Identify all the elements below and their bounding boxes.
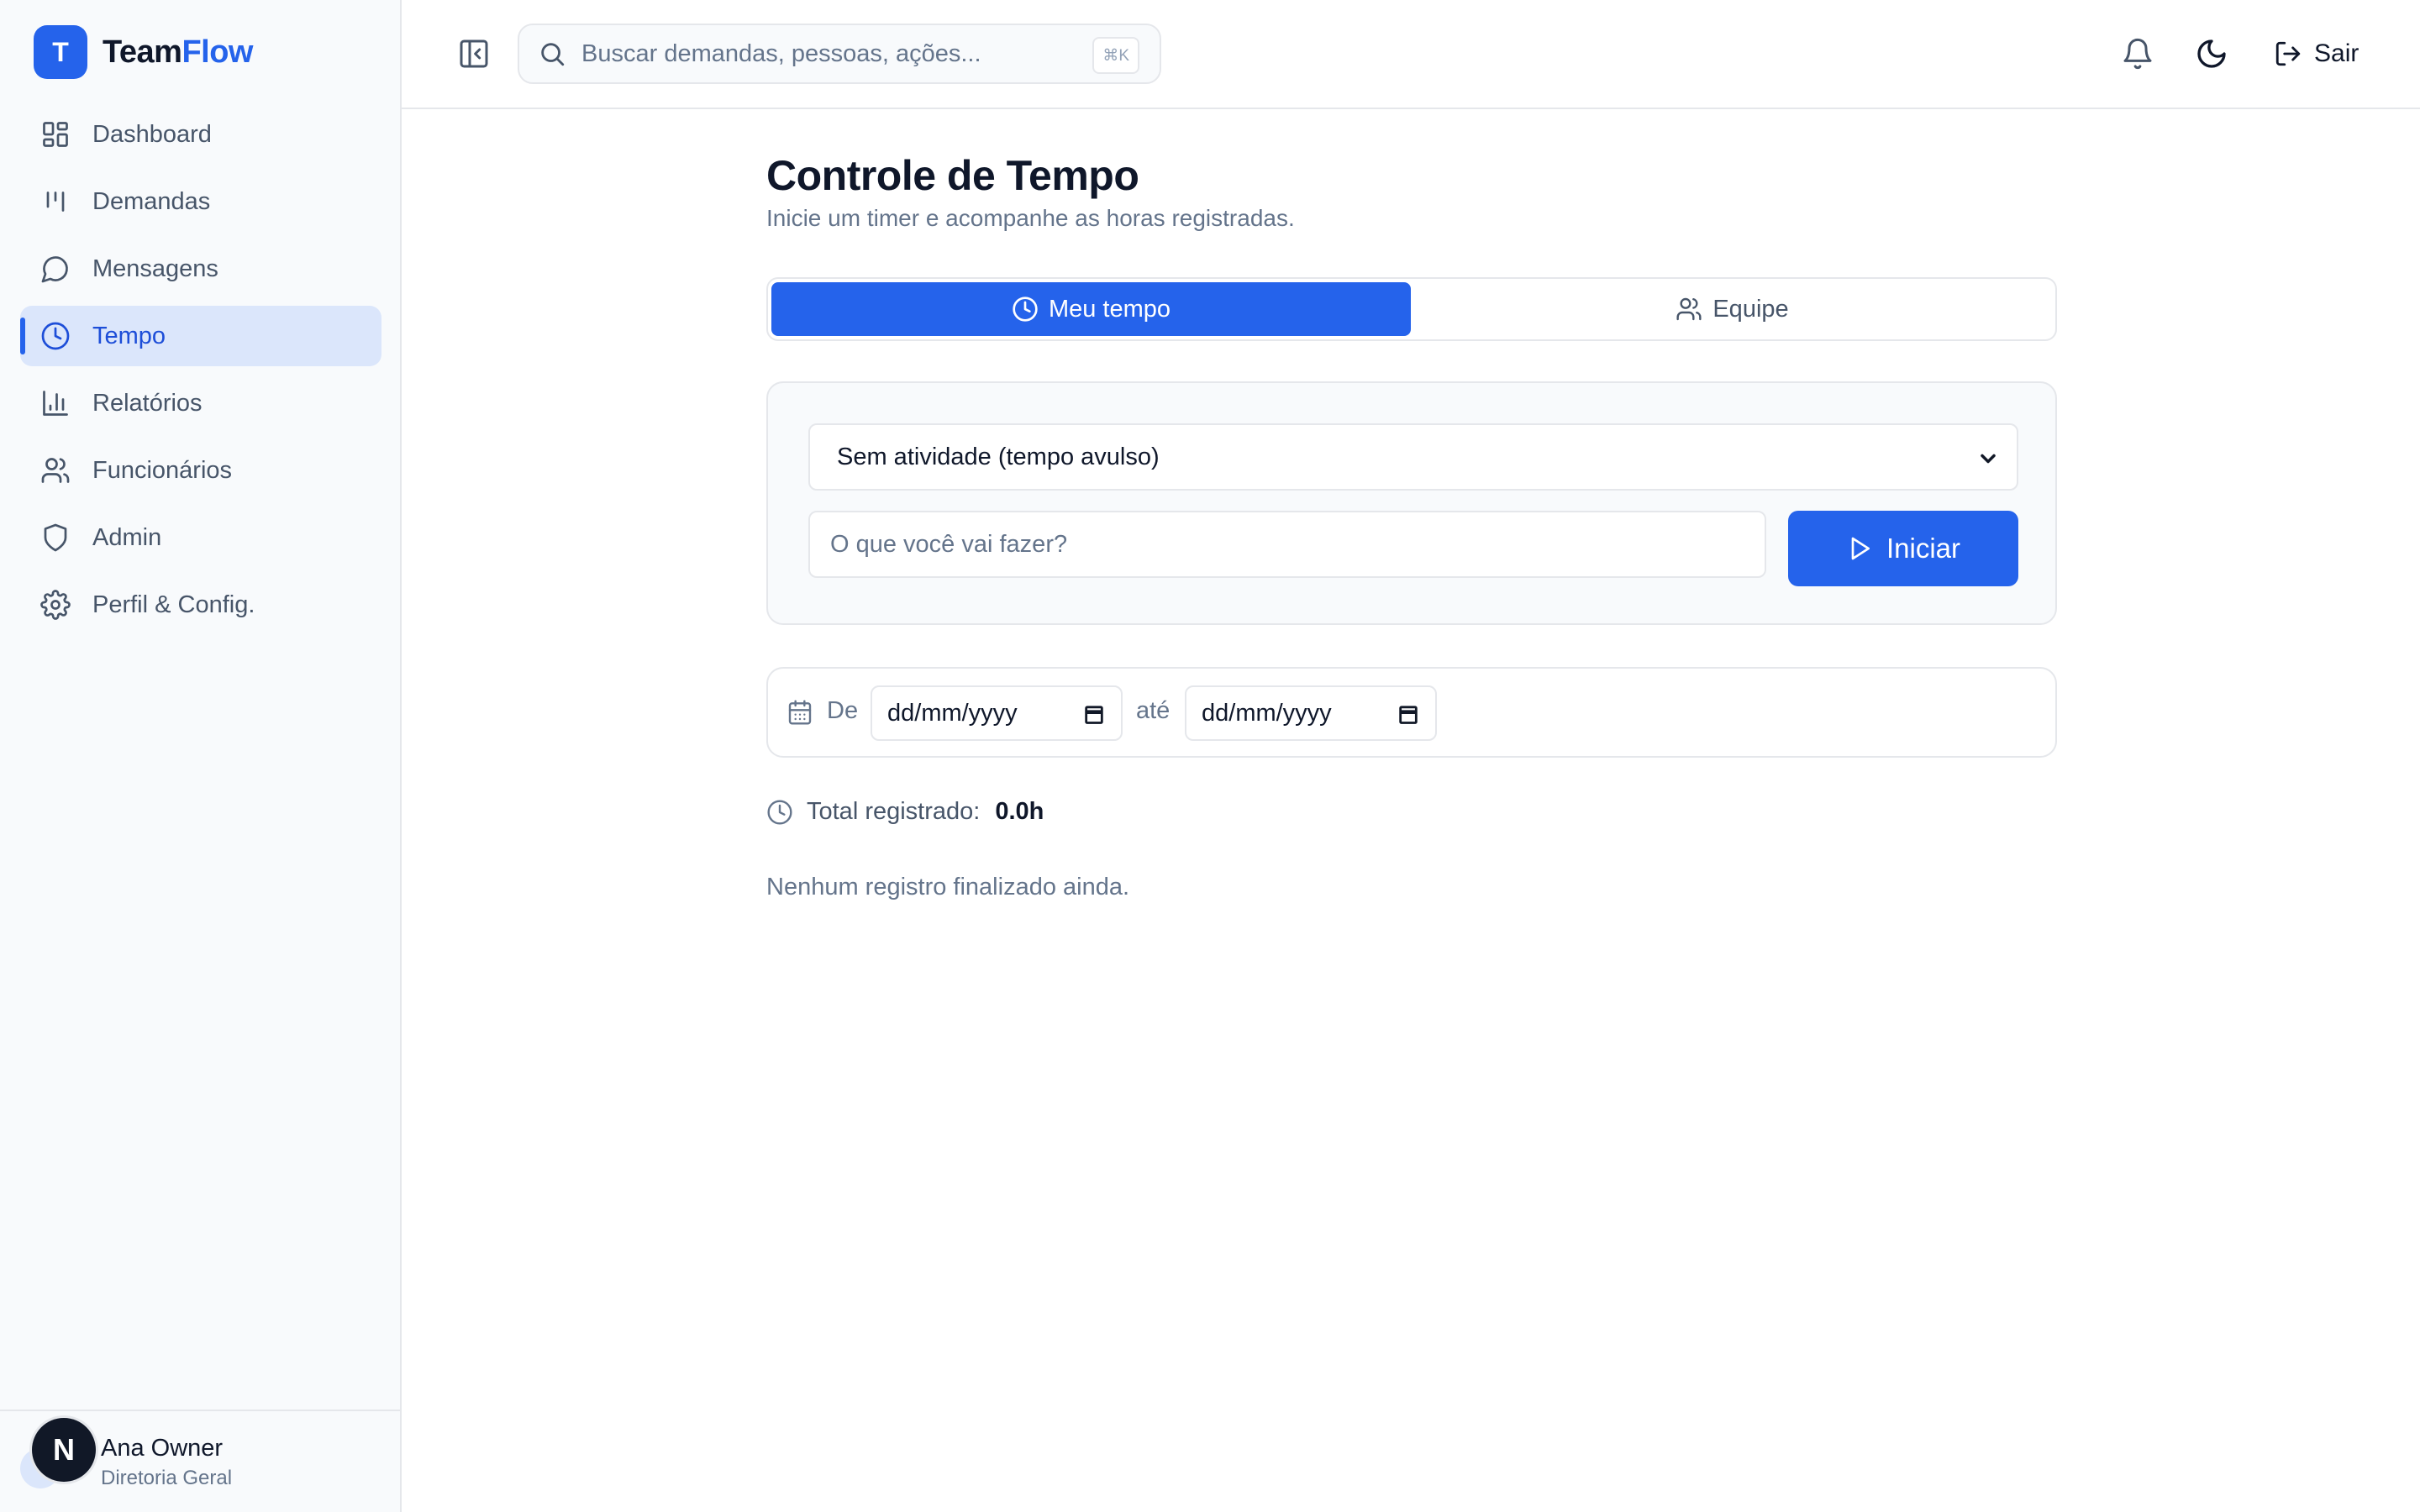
tab-equipe[interactable]: Equipe (1413, 282, 2052, 336)
brand-name-part1: Team (103, 34, 182, 70)
users-icon (1676, 297, 1702, 321)
bell-icon[interactable] (2121, 37, 2154, 71)
total-label: Total registrado: (807, 798, 981, 825)
sidebar-item-relatorios[interactable]: Relatórios (20, 373, 381, 433)
brand-name: TeamFlow (103, 34, 253, 71)
kanban-icon (46, 192, 65, 212)
calendar-picker-icon[interactable] (1397, 702, 1420, 726)
sidebar: T TeamFlow Dashboard Demandas Mensagens … (0, 0, 402, 1512)
sidebar-item-tempo[interactable]: Tempo (20, 306, 381, 366)
avatar[interactable]: N (32, 1418, 96, 1482)
sidebar-item-perfil[interactable]: Perfil & Config. (20, 575, 381, 635)
sidebar-item-label: Admin (92, 523, 162, 551)
tab-meu-tempo[interactable]: Meu tempo (771, 282, 1411, 336)
gear-icon (40, 590, 71, 620)
logout-label: Sair (2314, 39, 2360, 67)
sidebar-item-label: Relatórios (92, 389, 203, 417)
dashboard-icon (43, 122, 68, 147)
user-role: Diretoria Geral (101, 1467, 233, 1489)
brand[interactable]: T TeamFlow (34, 25, 253, 79)
sidebar-item-admin[interactable]: Admin (20, 507, 381, 568)
sidebar-item-label: Dashboard (92, 120, 212, 148)
brand-logo: T (34, 25, 87, 79)
page-title: Controle de Tempo (766, 152, 1139, 199)
sidebar-item-label: Mensagens (92, 255, 218, 282)
tab-label: Meu tempo (1048, 295, 1171, 323)
search-input[interactable] (581, 39, 1069, 68)
sidebar-item-dashboard[interactable]: Dashboard (20, 104, 381, 165)
empty-state-message: Nenhum registro finalizado ainda. (766, 874, 1130, 900)
users-icon (41, 458, 70, 483)
calendar-picker-icon[interactable] (1082, 702, 1106, 726)
play-icon (1851, 537, 1870, 560)
search-icon (541, 43, 565, 66)
message-icon (41, 256, 68, 283)
tab-label: Equipe (1712, 295, 1789, 323)
page-subtitle: Inicie um timer e acompanhe as horas reg… (766, 205, 1295, 231)
user-profile[interactable]: N Ana Owner Diretoria Geral (0, 1410, 400, 1512)
date-to-value: dd/mm/yyyy (1202, 699, 1332, 727)
date-to-input[interactable]: dd/mm/yyyy (1185, 685, 1437, 741)
bar-chart-icon (43, 391, 68, 416)
sidebar-item-label: Funcionários (92, 456, 233, 484)
start-timer-label: Iniciar (1886, 533, 1961, 564)
date-from-value: dd/mm/yyyy (887, 699, 1018, 727)
logout-button[interactable]: Sair (2274, 34, 2359, 74)
sidebar-item-mensagens[interactable]: Mensagens (20, 239, 381, 299)
shield-icon (44, 523, 67, 552)
brand-name-part2: Flow (182, 34, 253, 70)
search-shortcut: ⌘K (1092, 37, 1139, 74)
tabs: Meu tempo Equipe (766, 277, 2057, 341)
total-registered: Total registrado: 0.0h (766, 798, 1044, 826)
logout-icon (2275, 41, 2301, 66)
sidebar-item-demandas[interactable]: Demandas (20, 171, 381, 232)
date-to-label: até (1136, 697, 1171, 724)
sidebar-item-funcionarios[interactable]: Funcionários (20, 440, 381, 501)
moon-icon[interactable] (2195, 37, 2228, 71)
task-description-input[interactable] (808, 511, 1766, 578)
chevron-down-icon (1981, 454, 1996, 464)
date-from-label: De (827, 697, 859, 724)
activity-select[interactable]: Sem atividade (tempo avulso) (808, 423, 2018, 491)
timer-card: Sem atividade (tempo avulso) Iniciar (766, 381, 2057, 625)
clock-icon (41, 322, 70, 350)
sidebar-item-label: Demandas (92, 187, 211, 215)
sidebar-nav: Dashboard Demandas Mensagens Tempo Relat… (20, 104, 381, 642)
topbar: ⌘K Sair (402, 0, 2420, 109)
clock-icon (1013, 297, 1038, 322)
date-filter-card: De dd/mm/yyyy até dd/mm/yyyy (766, 667, 2057, 758)
date-from-input[interactable]: dd/mm/yyyy (871, 685, 1123, 741)
total-value: 0.0h (995, 798, 1044, 825)
user-name: Ana Owner (101, 1435, 224, 1462)
sidebar-toggle-icon[interactable] (457, 37, 491, 71)
search-bar[interactable]: ⌘K (518, 24, 1161, 84)
start-timer-button[interactable]: Iniciar (1788, 511, 2018, 586)
clock-icon (767, 799, 792, 825)
sidebar-item-label: Perfil & Config. (92, 591, 255, 618)
calendar-icon (788, 700, 812, 725)
sidebar-item-label: Tempo (92, 322, 166, 349)
activity-select-value: Sem atividade (tempo avulso) (837, 443, 1160, 470)
